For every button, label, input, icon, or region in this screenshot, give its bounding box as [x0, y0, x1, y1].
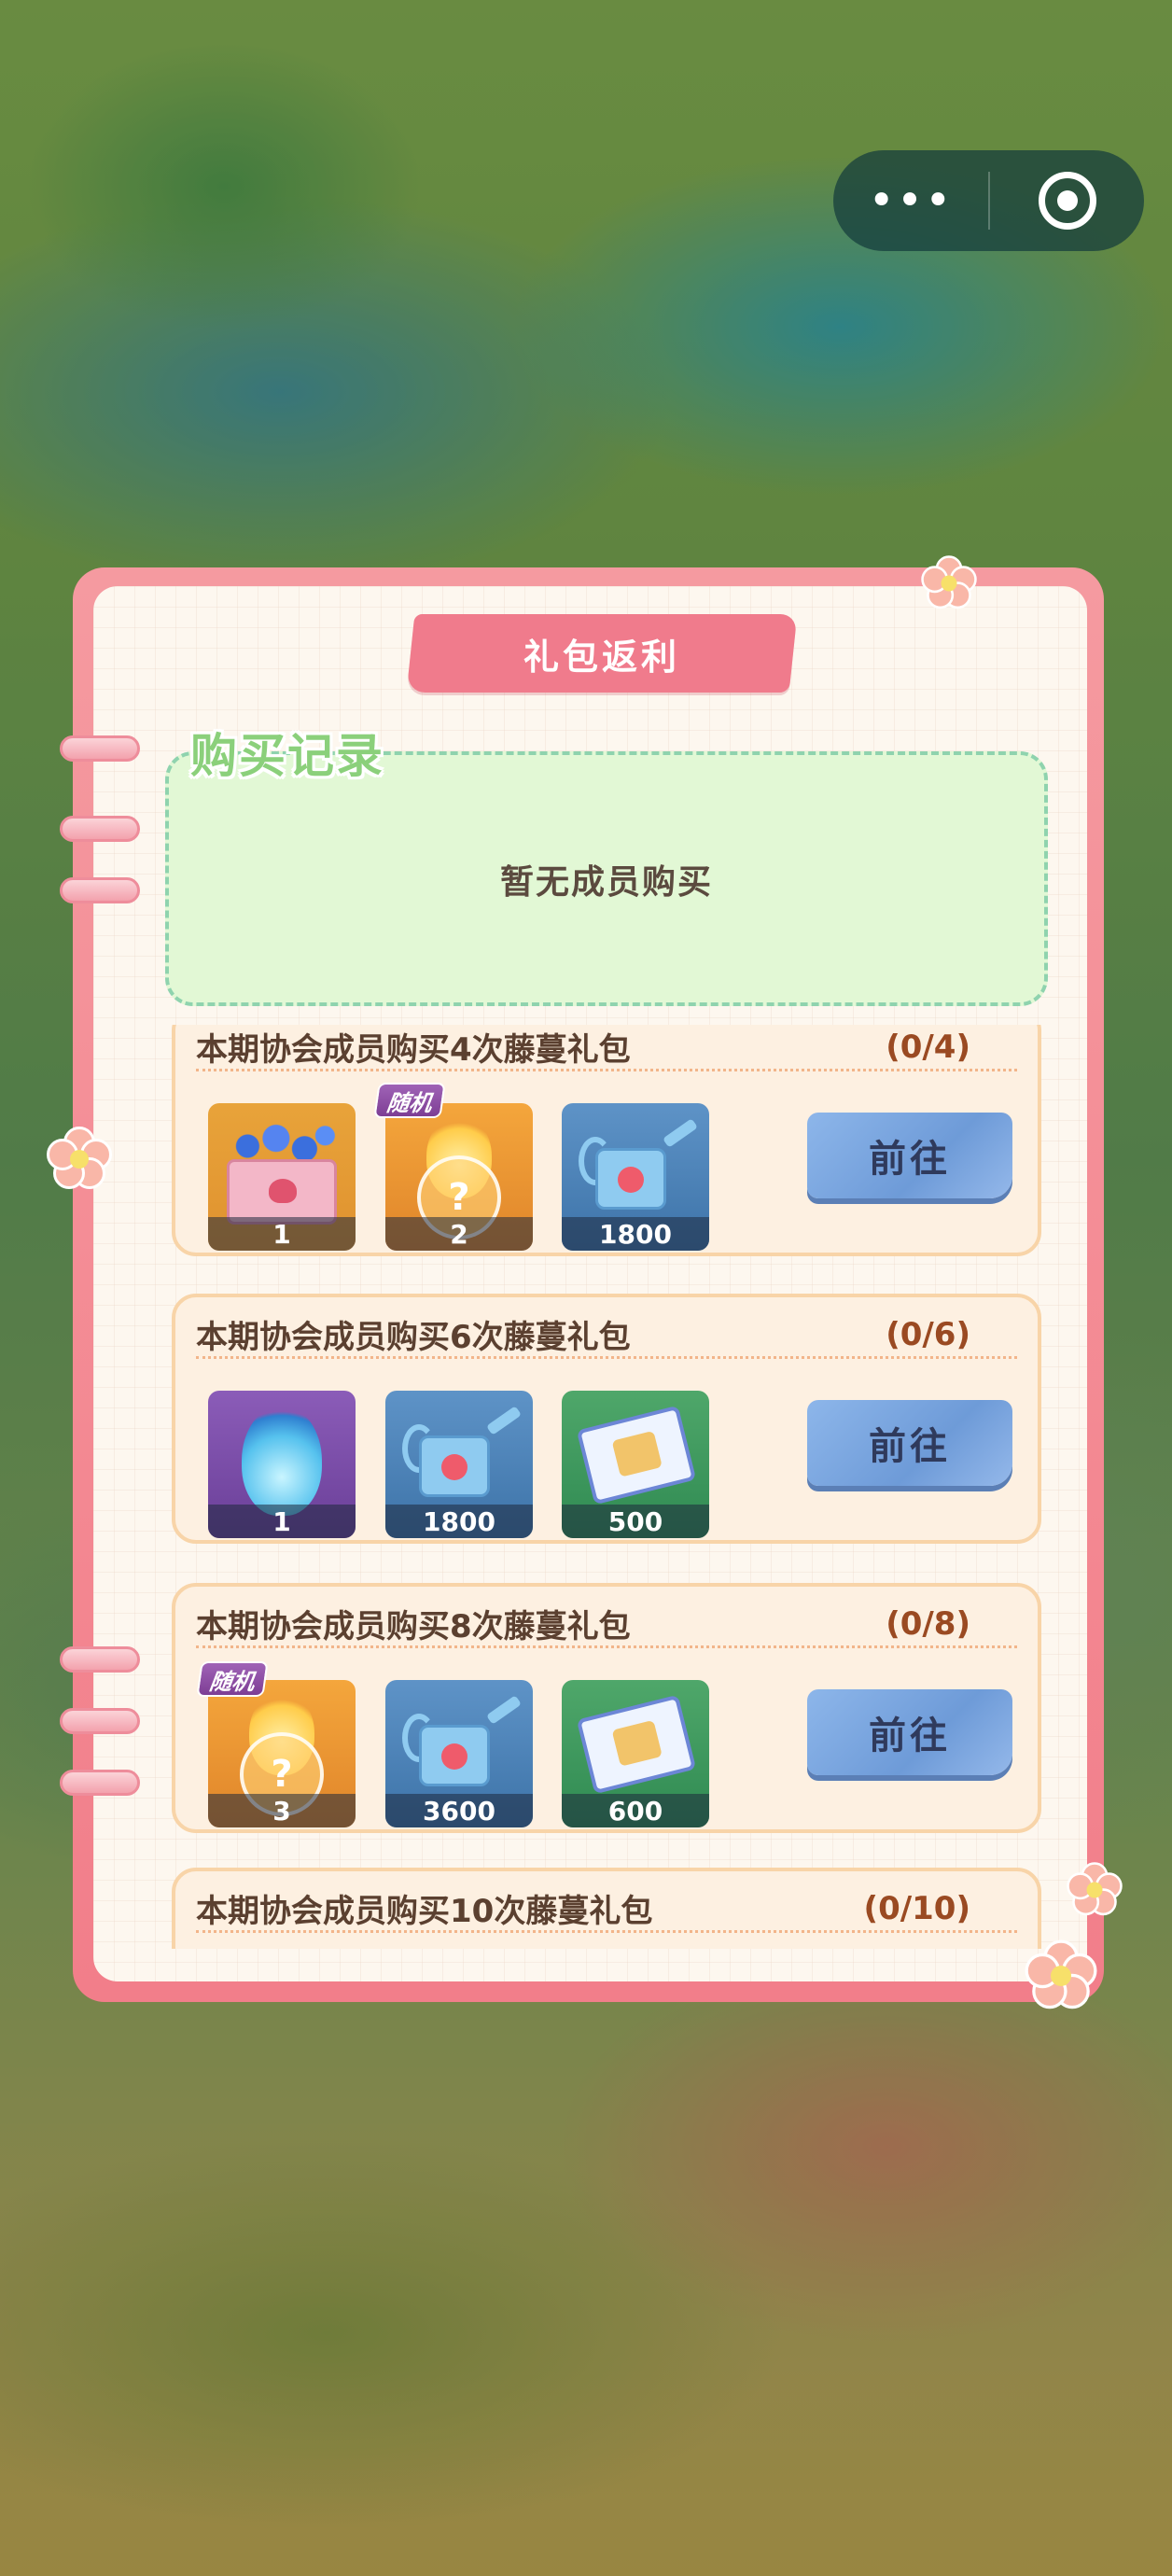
random-tag: 随机	[373, 1083, 446, 1118]
gift-card-progress: (0/4)	[886, 1028, 970, 1066]
gift-card-progress: (0/8)	[886, 1604, 970, 1643]
item-qty: 3	[208, 1794, 356, 1827]
item-qty: 600	[562, 1794, 709, 1827]
mystery-fire-badge-icon[interactable]: ? 3	[208, 1680, 356, 1827]
miniprogram-capsule: •••	[833, 150, 1144, 251]
record-empty-text: 暂无成员购买	[499, 862, 713, 902]
gift-card: 本期协会成员购买8次藤蔓礼包 (0/8) ? 3 随机 3600 600 前往	[172, 1583, 1041, 1833]
purchase-record-title: 购买记录	[190, 729, 384, 783]
panel-title: 礼包返利	[523, 636, 680, 678]
gift-card-progress: (0/6)	[886, 1315, 970, 1353]
watering-can-icon[interactable]: 1800	[562, 1103, 709, 1251]
item-qty: 1800	[385, 1505, 533, 1538]
item-qty: 2	[385, 1217, 533, 1251]
go-button[interactable]: 前往	[807, 1400, 1012, 1486]
panel-title-ribbon: 礼包返利	[406, 614, 798, 693]
item-qty: 500	[562, 1505, 709, 1538]
item-qty: 3600	[385, 1794, 533, 1827]
binder-ring	[60, 1646, 140, 1673]
close-target-icon[interactable]	[990, 172, 1144, 230]
ticket-icon[interactable]: 500	[562, 1391, 709, 1538]
gift-card-progress: (0/10)	[863, 1889, 970, 1927]
gift-card: 本期协会成员购买10次藤蔓礼包 (0/10)	[172, 1868, 1041, 1949]
flower-envelope-icon[interactable]: 1	[208, 1103, 356, 1251]
binder-ring	[60, 735, 140, 762]
binder-ring	[60, 877, 140, 903]
blue-flame-icon[interactable]: 1	[208, 1391, 356, 1538]
item-qty: 1	[208, 1217, 356, 1251]
ticket-icon[interactable]: 600	[562, 1680, 709, 1827]
gift-card-title: 本期协会成员购买8次藤蔓礼包	[196, 1608, 631, 1645]
flower-decoration-icon	[47, 1127, 112, 1192]
flower-decoration-icon	[1025, 1939, 1097, 2012]
gift-card-header: 本期协会成员购买8次藤蔓礼包 (0/8)	[196, 1602, 1017, 1648]
more-dots-icon[interactable]: •••	[833, 178, 988, 223]
item-qty: 1	[208, 1505, 356, 1538]
mystery-fire-badge-icon[interactable]: ? 2	[385, 1103, 533, 1251]
watering-can-icon[interactable]: 3600	[385, 1680, 533, 1827]
gift-card: 本期协会成员购买4次藤蔓礼包 (0/4) 1 ? 2 随机 1800 前往	[172, 1025, 1041, 1256]
purchase-record-box: 暂无成员购买	[165, 751, 1048, 1006]
gift-card-title: 本期协会成员购买4次藤蔓礼包	[196, 1031, 631, 1069]
go-button[interactable]: 前往	[807, 1113, 1012, 1198]
flower-decoration-icon	[921, 555, 977, 611]
binder-ring	[60, 1770, 140, 1796]
gift-card-header: 本期协会成员购买10次藤蔓礼包 (0/10)	[196, 1886, 1017, 1933]
gift-card-title: 本期协会成员购买10次藤蔓礼包	[196, 1893, 653, 1930]
random-tag: 随机	[196, 1661, 269, 1697]
gift-card: 本期协会成员购买6次藤蔓礼包 (0/6) 1 1800 500 前往	[172, 1294, 1041, 1544]
go-button[interactable]: 前往	[807, 1689, 1012, 1775]
gift-card-title: 本期协会成员购买6次藤蔓礼包	[196, 1319, 631, 1356]
gift-card-header: 本期协会成员购买4次藤蔓礼包 (0/4)	[196, 1025, 1017, 1071]
watering-can-icon[interactable]: 1800	[385, 1391, 533, 1538]
gift-list[interactable]: 本期协会成员购买4次藤蔓礼包 (0/4) 1 ? 2 随机 1800 前往 本期…	[166, 1025, 1048, 1949]
flower-decoration-icon	[1067, 1862, 1123, 1918]
gift-card-header: 本期协会成员购买6次藤蔓礼包 (0/6)	[196, 1312, 1017, 1359]
item-qty: 1800	[562, 1217, 709, 1251]
binder-ring	[60, 816, 140, 842]
binder-ring	[60, 1708, 140, 1734]
